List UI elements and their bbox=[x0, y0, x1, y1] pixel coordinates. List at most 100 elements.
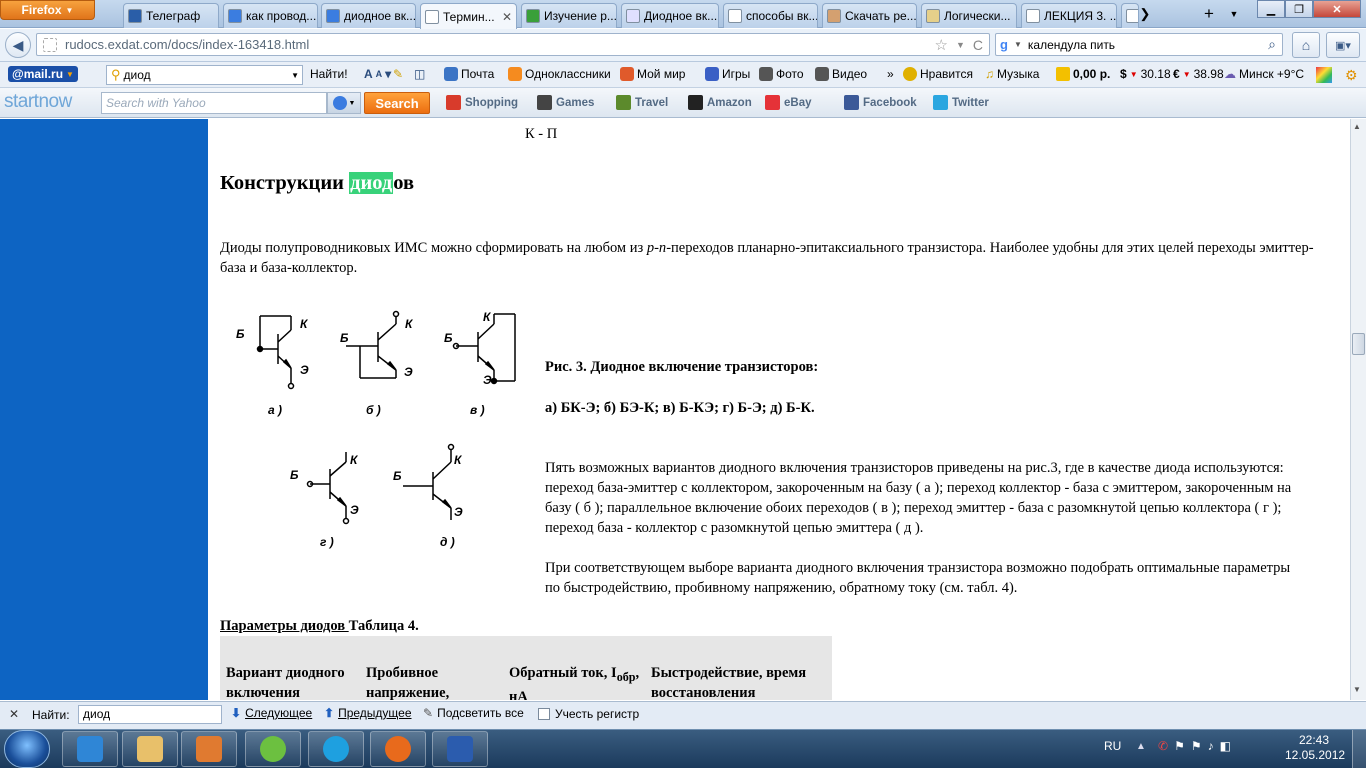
tab-0[interactable]: Телеграф bbox=[123, 3, 219, 28]
url-bar[interactable]: rudocs.exdat.com/docs/index-163418.html … bbox=[36, 33, 990, 56]
variant-label: а ) bbox=[268, 403, 282, 417]
apps-grid-icon[interactable] bbox=[1316, 67, 1332, 83]
google-icon[interactable]: g bbox=[1000, 37, 1008, 52]
document-page: К - П Конструкции диодов Диоды полупрово… bbox=[208, 119, 1350, 700]
start-button-icon[interactable] bbox=[4, 730, 50, 768]
taskbar-app-word-icon[interactable] bbox=[432, 731, 488, 767]
mailru-item-label: Видео bbox=[832, 67, 868, 81]
startnow-link-facebook[interactable]: Facebook bbox=[844, 95, 917, 110]
clock[interactable]: 22:43 12.05.2012 bbox=[1285, 733, 1345, 763]
font-size-icon[interactable]: A A ▾ bbox=[364, 67, 391, 81]
language-indicator[interactable]: RU bbox=[1104, 739, 1121, 753]
bookmark-star-icon[interactable]: ☆ bbox=[935, 36, 948, 54]
music-button[interactable]: ♫ Музыка bbox=[985, 67, 1039, 81]
startnow-link-twitter[interactable]: Twitter bbox=[933, 95, 989, 110]
startnow-link-games[interactable]: Games bbox=[537, 95, 594, 110]
mailru-item-2[interactable]: Мой мир bbox=[620, 67, 685, 81]
maximize-icon[interactable]: ❐ bbox=[1285, 0, 1313, 18]
highlight-all-button[interactable]: ✎ Подсветить все bbox=[423, 706, 524, 720]
eur-rate[interactable]: € ▼ 38.98 bbox=[1173, 67, 1224, 81]
more-chevron-icon[interactable]: » bbox=[887, 67, 894, 81]
search-icon[interactable]: ⌕ bbox=[1268, 36, 1276, 53]
flag-icon[interactable]: ⚑ bbox=[1191, 739, 1208, 753]
find-prev-label: Предыдущее bbox=[338, 706, 412, 720]
startnow-link-ebay[interactable]: eBay bbox=[765, 95, 812, 110]
yahoo-search-input[interactable]: Search with Yahoo bbox=[101, 92, 327, 114]
find-next-button[interactable]: ⬇ Следующее bbox=[231, 706, 312, 720]
tab-8[interactable]: Логически... bbox=[921, 3, 1017, 28]
vertical-scrollbar[interactable]: ▲ ▼ bbox=[1350, 119, 1366, 700]
url-dropdown-icon[interactable]: ▼ bbox=[956, 40, 965, 50]
flag-icon[interactable]: ⚑ bbox=[1174, 739, 1191, 753]
mailru-find-button[interactable]: Найти! bbox=[310, 67, 348, 81]
new-tab-icon[interactable]: + bbox=[1199, 4, 1219, 24]
tab-2[interactable]: диодное вк... bbox=[321, 3, 416, 28]
yahoo-search-button[interactable]: Search bbox=[364, 92, 430, 114]
label-emitter: Э bbox=[350, 503, 359, 517]
match-case-checkbox[interactable]: Учесть регистр bbox=[538, 707, 639, 721]
volume-icon[interactable]: ♪ bbox=[1208, 739, 1220, 753]
show-desktop-button[interactable] bbox=[1352, 730, 1366, 768]
find-prev-button[interactable]: ⬆ Предыдущее bbox=[324, 706, 412, 720]
usd-rate[interactable]: $ ▼ 30.18 bbox=[1120, 67, 1171, 81]
mailru-search-input[interactable]: ⚲ диод ▼ bbox=[106, 65, 303, 85]
find-input[interactable]: диод bbox=[78, 705, 222, 724]
search-input[interactable]: календула пить bbox=[1028, 38, 1115, 52]
tab-6[interactable]: способы вк... bbox=[723, 3, 818, 28]
tab-9[interactable]: ЛЕКЦИЯ 3. ... bbox=[1021, 3, 1117, 28]
search-provider-button[interactable]: ▼ bbox=[327, 92, 361, 114]
tab-1[interactable]: как провод... bbox=[223, 3, 318, 28]
tabs-scroll-right-icon[interactable]: ❯ bbox=[1137, 4, 1153, 24]
scroll-up-icon[interactable]: ▲ bbox=[1353, 122, 1361, 131]
taskbar-app-firefox-icon[interactable] bbox=[370, 731, 426, 767]
mailru-logo[interactable]: @mail.ru ▼ bbox=[8, 66, 78, 82]
startnow-link-travel[interactable]: Travel bbox=[616, 95, 668, 110]
tab-5[interactable]: Диодное вк... bbox=[621, 3, 719, 28]
highlighter-icon[interactable]: ✎ bbox=[393, 67, 403, 81]
mailru-item-4[interactable]: Фото bbox=[759, 67, 804, 81]
startnow-link-shopping[interactable]: Shopping bbox=[446, 95, 518, 110]
tab-list-icon[interactable]: ▼ bbox=[1226, 4, 1242, 24]
startnow-link-label: Shopping bbox=[465, 96, 519, 109]
startnow-link-amazon[interactable]: Amazon bbox=[688, 95, 752, 110]
mailru-item-0[interactable]: Почта bbox=[444, 67, 494, 81]
network-icon[interactable]: ✆ bbox=[1158, 739, 1174, 753]
down-arrow-icon: ▼ bbox=[1182, 69, 1191, 79]
close-tab-icon[interactable]: ✕ bbox=[502, 10, 512, 24]
mailru-item-1[interactable]: Одноклассники bbox=[508, 67, 611, 81]
scroll-thumb[interactable] bbox=[1352, 333, 1365, 355]
mailru-item-3[interactable]: Игры bbox=[705, 67, 750, 81]
taskbar-app-media-player-icon[interactable] bbox=[181, 731, 237, 767]
tab-7[interactable]: Скачать ре... bbox=[822, 3, 917, 28]
tab-3[interactable]: Термин... ✕ bbox=[420, 3, 517, 29]
show-hidden-icons-icon[interactable]: ▲ bbox=[1136, 741, 1146, 752]
search-engine-dropdown-icon[interactable]: ▼ bbox=[1014, 40, 1022, 49]
search-bar[interactable]: g ▼ календула пить ⌕ bbox=[995, 33, 1283, 56]
taskbar-app-skype-icon[interactable] bbox=[308, 731, 364, 767]
firefox-menu-button[interactable]: Firefox ▼ bbox=[0, 0, 95, 20]
close-find-icon[interactable]: ✕ bbox=[9, 707, 19, 721]
taskbar-app-icq-icon[interactable] bbox=[245, 731, 301, 767]
settings-gear-icon[interactable]: ⚙ bbox=[1345, 67, 1358, 84]
home-icon[interactable]: ⌂ bbox=[1292, 32, 1320, 58]
taskbar-app-ie-icon[interactable] bbox=[62, 731, 118, 767]
flask-icon bbox=[626, 9, 640, 23]
checkbox-box[interactable] bbox=[538, 708, 550, 720]
mailru-item-5[interactable]: Видео bbox=[815, 67, 867, 81]
tray-app-icon[interactable]: ◧ bbox=[1220, 739, 1237, 753]
tray-icons[interactable]: ✆⚑⚑♪◧ bbox=[1158, 739, 1237, 753]
scroll-down-icon[interactable]: ▼ bbox=[1353, 685, 1361, 694]
balance-widget[interactable]: 0,00 р. bbox=[1056, 67, 1110, 81]
page-zoom-icon[interactable]: ◫ bbox=[414, 67, 425, 81]
tab-4[interactable]: Изучение р... bbox=[521, 3, 617, 28]
minimize-icon[interactable]: ▁ bbox=[1257, 0, 1285, 18]
back-arrow-icon[interactable]: ◀ bbox=[5, 32, 31, 58]
likes-button[interactable]: Нравится bbox=[903, 67, 973, 81]
reload-icon[interactable]: C bbox=[973, 37, 983, 53]
startnow-logo[interactable]: startnow bbox=[4, 91, 72, 113]
close-window-icon[interactable]: ✕ bbox=[1313, 0, 1361, 18]
chevron-down-icon[interactable]: ▼ bbox=[291, 71, 299, 80]
taskbar-app-explorer-icon[interactable] bbox=[122, 731, 178, 767]
toolbar-menu-icon[interactable]: ▣▾ bbox=[1326, 32, 1360, 58]
weather-widget[interactable]: ☁ Минск +9°C bbox=[1224, 67, 1304, 81]
